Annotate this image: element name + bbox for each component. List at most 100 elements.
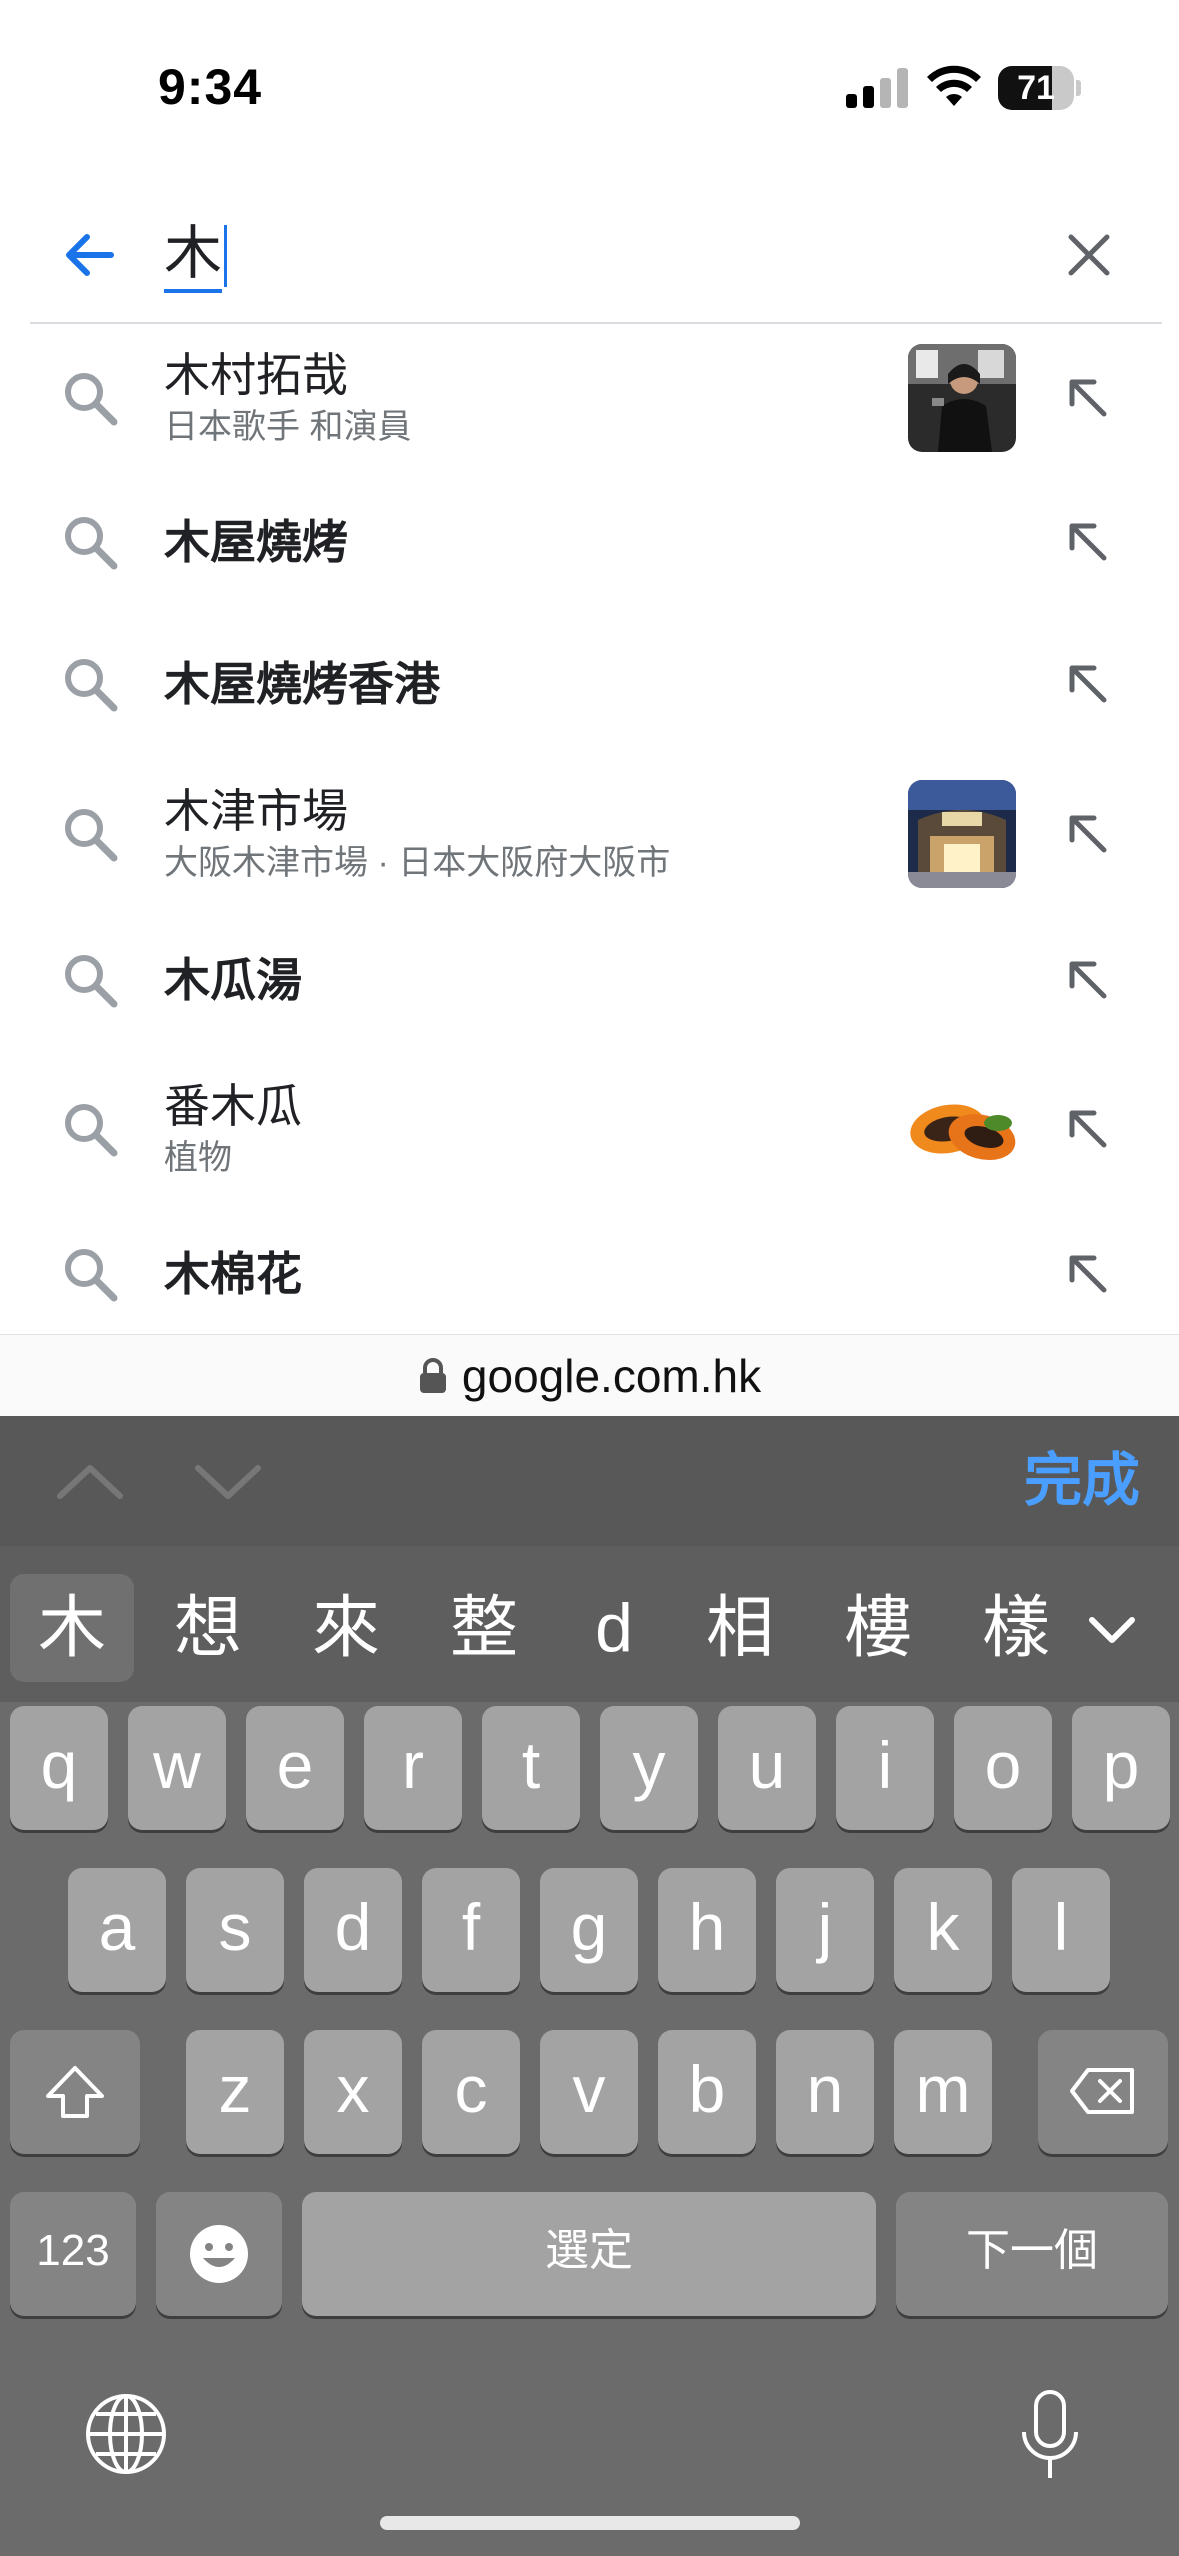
- key-c[interactable]: c: [422, 2030, 520, 2154]
- emoji-key[interactable]: [156, 2192, 282, 2316]
- suggestion-title: 木村拓哉: [164, 349, 348, 401]
- backspace-icon: [1070, 2068, 1134, 2114]
- fill-query-arrow-icon[interactable]: [1060, 806, 1116, 862]
- battery-indicator: 71: [998, 66, 1081, 110]
- key-i[interactable]: i: [836, 1706, 934, 1830]
- emoji-icon: [190, 2225, 248, 2283]
- candidate-bar: 木 想 來 整 d 相 樓 樣: [0, 1546, 1179, 1702]
- search-input[interactable]: 木: [164, 214, 1014, 298]
- market-photo-thumbnail: [908, 780, 1016, 888]
- suggestion-item[interactable]: 木村拓哉 日本歌手 和演員: [0, 324, 1179, 472]
- shift-icon: [46, 2066, 104, 2118]
- status-time: 9:34: [158, 59, 263, 115]
- url-bar[interactable]: google.com.hk: [0, 1334, 1179, 1416]
- candidate-word[interactable]: d: [554, 1574, 674, 1682]
- suggestion-list: 木村拓哉 日本歌手 和演員 木屋燒烤 木屋燒烤香港 木津市場 大阪木津市場 · …: [0, 324, 1179, 1334]
- space-key[interactable]: 選定: [302, 2192, 876, 2316]
- fill-query-arrow-icon[interactable]: [1060, 1101, 1116, 1157]
- person-photo-thumbnail: [908, 344, 1016, 452]
- suggestion-item[interactable]: 木瓜湯: [0, 910, 1179, 1050]
- candidate-word[interactable]: 整: [424, 1574, 544, 1682]
- suggestion-item[interactable]: 木棉花: [0, 1204, 1179, 1334]
- globe-icon[interactable]: [84, 2392, 168, 2476]
- suggestion-title: 番木瓜: [164, 1080, 302, 1132]
- key-w[interactable]: w: [128, 1706, 226, 1830]
- fill-query-arrow-icon[interactable]: [1060, 656, 1116, 712]
- key-a[interactable]: a: [68, 1868, 166, 1992]
- suggestion-subtitle: 日本歌手 和演員: [164, 408, 412, 446]
- search-icon: [65, 659, 118, 712]
- suggestion-item[interactable]: 番木瓜 植物: [0, 1054, 1179, 1204]
- key-n[interactable]: n: [776, 2030, 874, 2154]
- suggestion-subtitle: 植物: [164, 1139, 232, 1177]
- chevron-up-icon[interactable]: [50, 1446, 130, 1516]
- lock-icon: [419, 1358, 446, 1393]
- home-indicator: [380, 2516, 800, 2530]
- battery-level-text: 71: [1017, 69, 1055, 107]
- search-header: 木: [0, 190, 1179, 322]
- suggestion-title: 木屋燒烤香港: [164, 658, 440, 710]
- key-q[interactable]: q: [10, 1706, 108, 1830]
- candidate-word[interactable]: 樣: [956, 1574, 1076, 1682]
- wifi-icon: [927, 65, 981, 106]
- key-t[interactable]: t: [482, 1706, 580, 1830]
- suggestion-item[interactable]: 木屋燒烤: [0, 472, 1179, 612]
- suggestion-title: 木棉花: [164, 1248, 302, 1300]
- search-icon: [65, 373, 118, 426]
- key-z[interactable]: z: [186, 2030, 284, 2154]
- fill-query-arrow-icon[interactable]: [1060, 514, 1116, 570]
- close-icon: [1068, 234, 1110, 276]
- key-d[interactable]: d: [304, 1868, 402, 1992]
- search-query-text: 木: [164, 219, 223, 293]
- key-b[interactable]: b: [658, 2030, 756, 2154]
- key-y[interactable]: y: [600, 1706, 698, 1830]
- key-x[interactable]: x: [304, 2030, 402, 2154]
- suggestion-item[interactable]: 木屋燒烤香港: [0, 614, 1179, 754]
- key-p[interactable]: p: [1072, 1706, 1170, 1830]
- papaya-photo-thumbnail: [908, 1075, 1016, 1183]
- candidate-word[interactable]: 樓: [818, 1574, 938, 1682]
- key-o[interactable]: o: [954, 1706, 1052, 1830]
- key-f[interactable]: f: [422, 1868, 520, 1992]
- key-l[interactable]: l: [1012, 1868, 1110, 1992]
- search-icon: [65, 809, 118, 862]
- key-v[interactable]: v: [540, 2030, 638, 2154]
- next-key[interactable]: 下一個: [896, 2192, 1168, 2316]
- done-button[interactable]: 完成: [1000, 1444, 1140, 1518]
- chevron-down-icon[interactable]: [1080, 1602, 1144, 1662]
- cellular-signal-icon: [846, 68, 908, 108]
- clear-search-button[interactable]: [1054, 220, 1124, 290]
- candidate-word[interactable]: 木: [10, 1574, 134, 1682]
- arrow-left-icon: [66, 234, 114, 276]
- key-k[interactable]: k: [894, 1868, 992, 1992]
- delete-key[interactable]: [1038, 2030, 1168, 2154]
- search-icon: [65, 955, 118, 1008]
- fill-query-arrow-icon[interactable]: [1060, 952, 1116, 1008]
- key-e[interactable]: e: [246, 1706, 344, 1830]
- numbers-key[interactable]: 123: [10, 2192, 136, 2316]
- shift-key[interactable]: [10, 2030, 140, 2154]
- candidate-word[interactable]: 相: [680, 1574, 800, 1682]
- back-button[interactable]: [54, 220, 124, 290]
- fill-query-arrow-icon[interactable]: [1060, 370, 1116, 426]
- fill-query-arrow-icon[interactable]: [1060, 1246, 1116, 1302]
- key-h[interactable]: h: [658, 1868, 756, 1992]
- text-caret: [224, 225, 228, 287]
- suggestion-title: 木屋燒烤: [164, 516, 348, 568]
- key-m[interactable]: m: [894, 2030, 992, 2154]
- candidate-word[interactable]: 想: [148, 1574, 268, 1682]
- search-icon: [65, 1104, 118, 1157]
- microphone-icon[interactable]: [1018, 2388, 1082, 2484]
- key-j[interactable]: j: [776, 1868, 874, 1992]
- key-r[interactable]: r: [364, 1706, 462, 1830]
- suggestion-subtitle: 大阪木津市場 · 日本大阪府大阪市: [164, 844, 671, 882]
- url-text: google.com.hk: [461, 1350, 762, 1402]
- suggestion-item[interactable]: 木津市場 大阪木津市場 · 日本大阪府大阪市: [0, 760, 1179, 908]
- candidate-word[interactable]: 來: [286, 1574, 406, 1682]
- key-g[interactable]: g: [540, 1868, 638, 1992]
- key-s[interactable]: s: [186, 1868, 284, 1992]
- suggestion-title: 木瓜湯: [164, 954, 302, 1006]
- key-u[interactable]: u: [718, 1706, 816, 1830]
- keyboard-toolbar: 完成: [0, 1416, 1179, 1546]
- chevron-down-icon[interactable]: [188, 1446, 268, 1516]
